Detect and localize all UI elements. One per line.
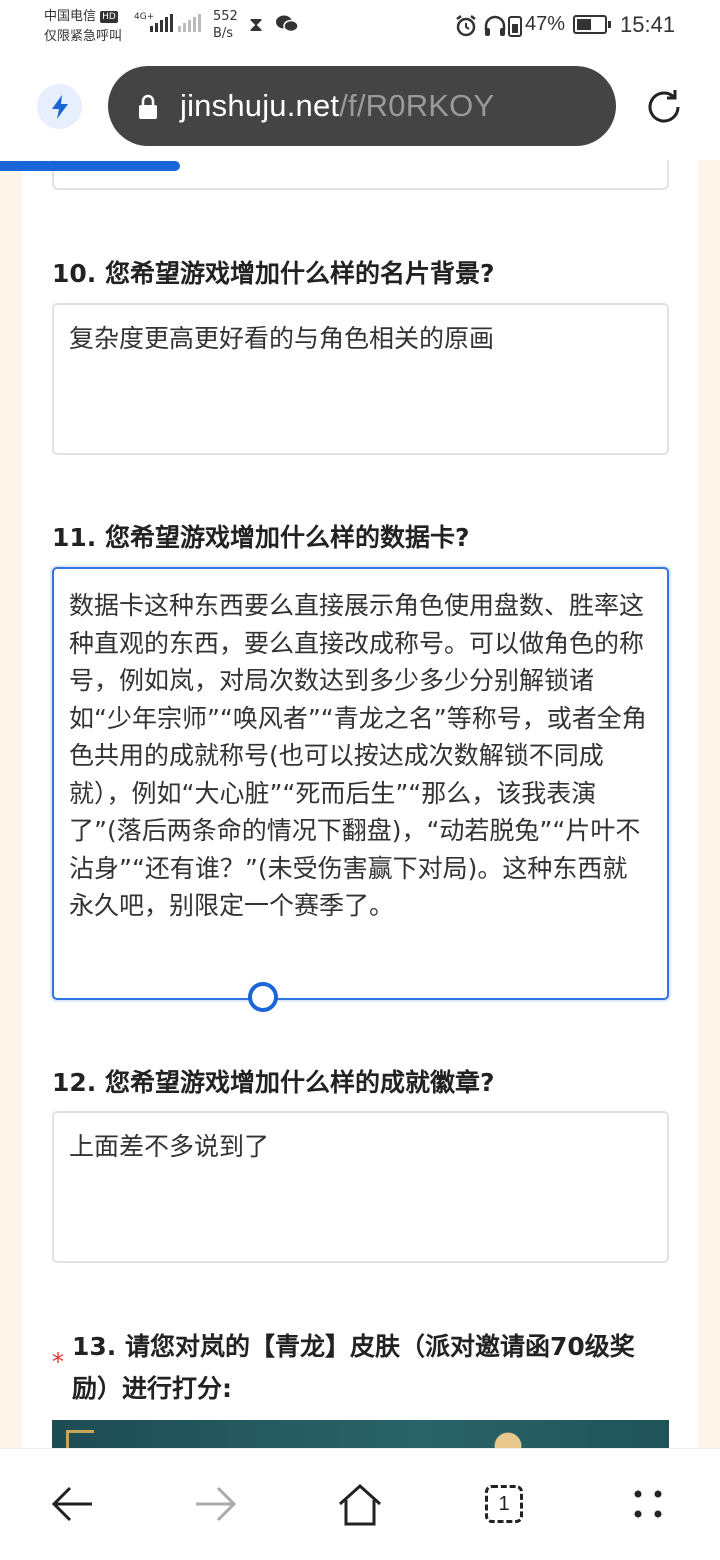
battery-icon — [573, 15, 611, 34]
browser-bottom-nav: 1 — [0, 1448, 720, 1560]
address-bar[interactable]: jinshuju.net/f/R0RKOY — [108, 66, 616, 146]
reload-button[interactable] — [643, 86, 685, 132]
tab-count: 1 — [498, 1492, 510, 1515]
skin-preview-image — [52, 1420, 669, 1448]
carrier-name: 中国电信 — [44, 9, 97, 24]
emergency-only-text: 仅限紧急呼叫 — [44, 29, 123, 44]
question-10-title: 10. 您希望游戏增加什么样的名片背景? — [52, 259, 495, 288]
alarm-icon — [454, 14, 478, 41]
forward-arrow-icon — [196, 1486, 237, 1522]
page-load-progress — [0, 161, 180, 171]
menu-button[interactable] — [623, 1479, 673, 1529]
signal-2-icon — [178, 14, 201, 32]
more-dots-icon — [634, 1490, 662, 1518]
browser-toolbar: jinshuju.net/f/R0RKOY — [0, 56, 720, 160]
lightning-icon — [51, 94, 68, 119]
question-12-title: 12. 您希望游戏增加什么样的成就徽章? — [52, 1068, 495, 1097]
carrier-info: 中国电信 HD 仅限紧急呼叫 — [44, 7, 122, 47]
lock-icon — [138, 94, 158, 124]
url-domain: jinshuju.net — [180, 88, 340, 123]
reload-icon — [648, 90, 680, 123]
question-10-answer[interactable]: 复杂度更高更好看的与角色相关的原画 — [52, 303, 669, 455]
battery-percent: 47% — [525, 13, 566, 35]
form-page[interactable]: 10. 您希望游戏增加什么样的名片背景? 复杂度更高更好看的与角色相关的原画 1… — [0, 160, 720, 1448]
forward-button[interactable] — [191, 1479, 241, 1529]
url-text: jinshuju.net/f/R0RKOY — [180, 88, 494, 124]
text-cursor-handle[interactable] — [248, 982, 278, 1012]
back-button[interactable] — [47, 1479, 97, 1529]
home-button[interactable] — [335, 1479, 385, 1529]
wechat-icon — [275, 14, 299, 39]
headphones-icon — [483, 14, 507, 41]
hourglass-icon: ⧗ — [249, 12, 264, 36]
signal-icon — [150, 14, 173, 32]
net-speed: 552 B/s — [213, 9, 238, 41]
quick-action-button[interactable] — [37, 84, 82, 129]
url-path: /f/R0RKOY — [339, 88, 495, 123]
required-marker: * — [52, 1348, 64, 1376]
status-bar: 中国电信 HD 仅限紧急呼叫 4G+ 552 B/s ⧗ 47% 15:41 — [0, 0, 720, 56]
tabs-icon: 1 — [485, 1485, 523, 1523]
question-11-title: 11. 您希望游戏增加什么样的数据卡? — [52, 523, 470, 552]
earbud-case-icon — [508, 14, 522, 41]
question-11-answer[interactable]: 数据卡这种东西要么直接展示角色使用盘数、胜率这种直观的东西，要么直接改成称号。可… — [52, 567, 669, 1000]
question-12-answer[interactable]: 上面差不多说到了 — [52, 1111, 669, 1263]
tabs-button[interactable]: 1 — [479, 1479, 529, 1529]
hd-badge: HD — [100, 10, 118, 23]
clock: 15:41 — [620, 12, 676, 37]
home-icon — [338, 1483, 382, 1526]
form-card: 10. 您希望游戏增加什么样的名片背景? 复杂度更高更好看的与角色相关的原画 1… — [22, 160, 698, 1448]
back-arrow-icon — [51, 1486, 92, 1522]
question-13-title: 13. 请您对岚的【青龙】皮肤（派对邀请函70级奖励）进行打分: — [72, 1332, 635, 1403]
